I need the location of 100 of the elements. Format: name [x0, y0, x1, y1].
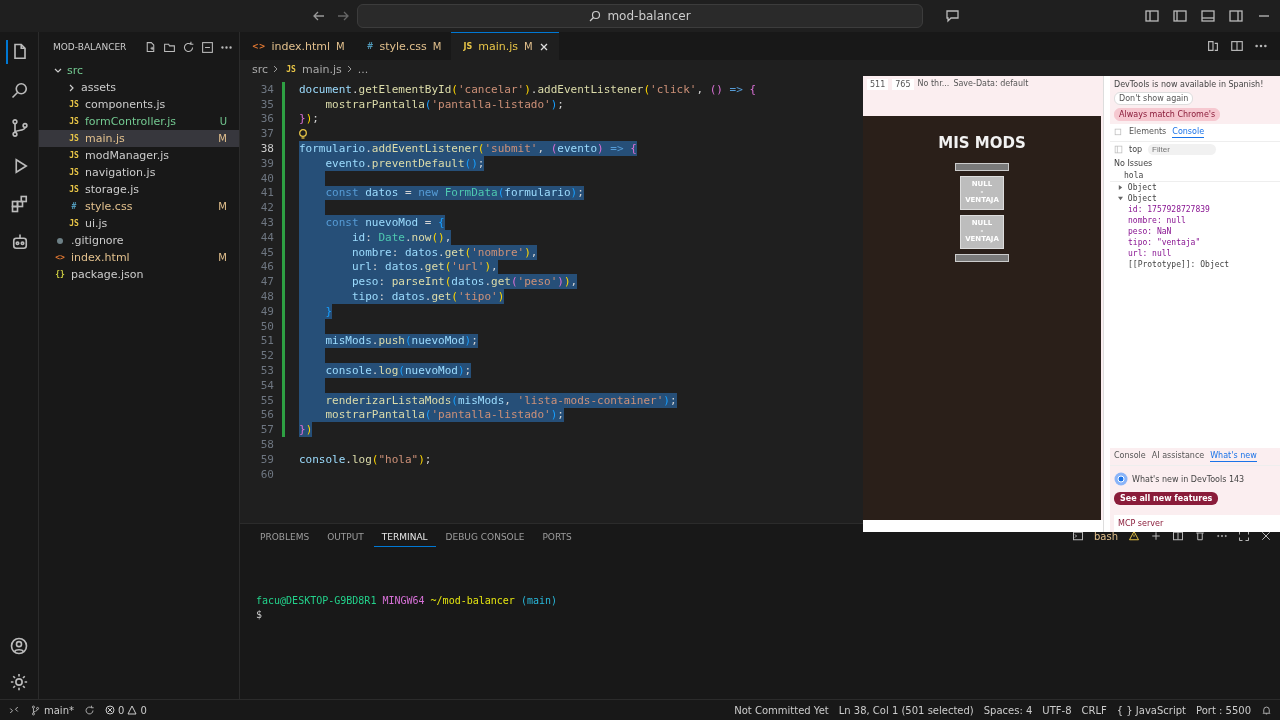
split-icon[interactable] [1172, 530, 1184, 542]
account-icon[interactable] [9, 636, 29, 656]
expand-icon[interactable] [1118, 185, 1123, 190]
chat-icon[interactable] [945, 8, 961, 24]
forward-arrow-icon[interactable] [336, 9, 350, 23]
line-number: 58 [259, 438, 275, 451]
line-number: 39 [259, 156, 275, 170]
line-number: 35 [259, 97, 275, 111]
console-message: hola [1110, 170, 1280, 182]
panel-tab[interactable]: PROBLEMS [252, 530, 318, 547]
layout-sidebar-right-icon[interactable] [1228, 8, 1244, 24]
status-bar-item[interactable]: UTF-8 [1042, 704, 1072, 716]
add-icon[interactable] [1150, 530, 1162, 542]
file-type-icon: JS [67, 219, 81, 228]
file-tree-item[interactable]: # style.css M [39, 198, 239, 215]
breadcrumb-item[interactable]: src [252, 62, 269, 76]
console-message: peso: NaN [1127, 226, 1173, 237]
panel-tab[interactable]: PORTS [534, 530, 580, 547]
file-tree-item[interactable]: JS storage.js [39, 181, 239, 198]
see-all-features-button[interactable]: See all new features [1114, 492, 1219, 505]
line-number: 57 [259, 423, 275, 437]
dimension-field[interactable]: 511 [867, 79, 889, 90]
file-type-icon: # [67, 202, 81, 211]
sync-icon[interactable] [84, 704, 95, 716]
panel-tab[interactable]: OUTPUT [319, 530, 372, 547]
close-icon[interactable] [1260, 530, 1272, 542]
new-file-icon[interactable] [144, 40, 157, 54]
file-tree-item[interactable]: JS navigation.js [39, 164, 239, 181]
file-tree-item[interactable]: src [39, 62, 239, 79]
terminal-icon[interactable] [1071, 530, 1084, 542]
back-arrow-icon[interactable] [312, 9, 326, 23]
add-mod-button[interactable] [955, 163, 1009, 171]
collapse-all-icon[interactable] [201, 40, 214, 54]
status-bar-item[interactable]: { } JavaScript [1116, 704, 1186, 716]
page-button[interactable] [955, 254, 1009, 262]
chrome-icon [1114, 472, 1128, 486]
issues-label: No Issues [1114, 159, 1153, 168]
status-bar-item[interactable]: CRLF [1081, 704, 1107, 716]
command-center-search[interactable]: mod-balancer [357, 4, 923, 28]
file-tree-item[interactable]: JS modManager.js [39, 147, 239, 164]
filter-field[interactable]: Filter [1148, 144, 1217, 155]
file-tree-item[interactable]: assets [39, 79, 239, 96]
file-type-icon: JS [67, 117, 81, 126]
file-type-icon: JS [284, 64, 299, 74]
status-bar-item[interactable]: Spaces: 4 [983, 704, 1033, 716]
page-title: MIS MODS [938, 134, 1026, 152]
status-bar-item[interactable]: Not Committed Yet [734, 704, 829, 716]
dimension-field[interactable]: 765 [892, 79, 914, 90]
file-tree-item[interactable]: JS main.js M [39, 130, 239, 147]
close-icon[interactable] [538, 41, 549, 52]
drawer-tab[interactable]: Console [1114, 451, 1146, 462]
devtools-tab[interactable]: Elements [1129, 127, 1167, 138]
layout-sidebar-icon[interactable] [1172, 8, 1188, 24]
editor-tab[interactable]: JS main.js M [451, 32, 559, 60]
panel-tab[interactable]: TERMINAL [373, 530, 436, 547]
breadcrumb-item[interactable]: main.js [302, 62, 342, 76]
code-line: document.getElementById('cancelar').addEventListener('click', () => { [299, 82, 756, 97]
terminal-prompt: facu@DESKTOP-G9BD8R1 MINGW64 ~/mod-balancer (main) [256, 593, 558, 607]
toolbar-dropdown[interactable]: Save-Data: default [953, 79, 1029, 88]
refresh-icon[interactable] [182, 40, 195, 54]
notice-button[interactable]: Always match Chrome's [1114, 108, 1221, 121]
context-dropdown[interactable]: top [1129, 145, 1143, 154]
drawer-tab[interactable]: What's new [1210, 451, 1257, 462]
devtools-tab[interactable]: Console [1172, 127, 1205, 138]
console-message: Object [1110, 182, 1280, 193]
lightbulb-icon[interactable] [297, 127, 309, 140]
branch-status[interactable]: main* [30, 704, 74, 716]
split-editor-icon[interactable] [1230, 39, 1244, 53]
devtools-notice: DevTools is now available in Spanish! [1114, 80, 1265, 89]
trash-icon[interactable] [1194, 530, 1206, 542]
file-tree-item[interactable]: <> index.html M [39, 249, 239, 266]
expand-icon[interactable] [1118, 196, 1123, 201]
file-type-icon: {} [53, 270, 67, 279]
mcp-server-card[interactable]: MCP server [1114, 515, 1280, 532]
notice-button[interactable]: Don't show again [1114, 92, 1194, 105]
warning-icon[interactable] [1128, 530, 1140, 542]
layout-panel-icon[interactable] [1200, 8, 1216, 24]
problems-status[interactable]: 0 0 [105, 704, 147, 716]
drawer-tab[interactable]: AI assistance [1151, 451, 1205, 462]
file-tree-item[interactable]: JS ui.js [39, 215, 239, 232]
breadcrumb-item[interactable]: ... [357, 62, 369, 76]
file-tree-item[interactable]: .gitignore [39, 232, 239, 249]
file-type-icon: JS [67, 151, 81, 160]
layout-sidebar-icon[interactable] [1144, 8, 1160, 24]
line-number: 56 [259, 408, 275, 422]
line-number: 36 [259, 112, 275, 126]
line-number: 50 [259, 319, 275, 333]
terminal-shell-label[interactable]: bash [1093, 530, 1118, 542]
file-tree-item[interactable]: JS formController.js U [39, 113, 239, 130]
status-bar-item[interactable]: Ln 38, Col 1 (501 selected) [838, 704, 974, 716]
file-tree-item[interactable]: {} package.json [39, 266, 239, 283]
branch-icon[interactable] [30, 704, 41, 716]
panel-tab[interactable]: DEBUG CONSOLE [437, 530, 533, 547]
settings-icon[interactable] [9, 672, 29, 692]
file-tree-item[interactable]: JS components.js [39, 96, 239, 113]
bell-icon[interactable] [1261, 704, 1272, 716]
status-bar-item[interactable]: Port : 5500 [1196, 704, 1251, 716]
compare-icon[interactable] [1206, 39, 1220, 53]
remote-icon[interactable] [8, 704, 20, 716]
toolbar-dropdown[interactable]: No thr... [917, 79, 950, 88]
